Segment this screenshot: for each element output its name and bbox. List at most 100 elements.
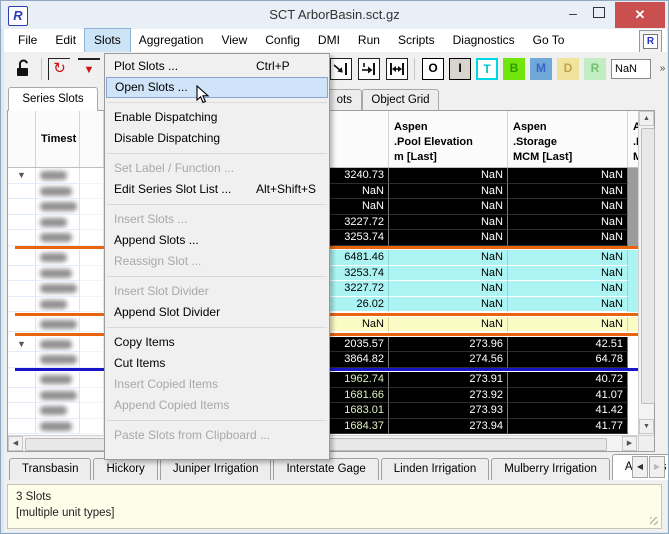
value-cell[interactable]: NaN — [508, 281, 628, 297]
riverware-workspace-button[interactable]: R — [639, 30, 662, 53]
sheet-tab-interstate-gage[interactable]: Interstate Gage — [273, 458, 379, 480]
menubar-item-diagnostics[interactable]: Diagnostics — [444, 29, 524, 52]
timestep-cell-redacted[interactable] — [36, 168, 80, 184]
value-cell[interactable]: NaN — [508, 316, 628, 332]
title-bar[interactable]: R SCT ArborBasin.sct.gz – ✕ — [1, 1, 668, 29]
timestep-cell-redacted[interactable] — [36, 316, 80, 332]
value-cell[interactable]: 273.94 — [389, 418, 508, 434]
value-cell[interactable]: NaN — [508, 183, 628, 199]
fit-range-button[interactable] — [386, 58, 408, 80]
row-header[interactable] — [8, 250, 36, 266]
row-header[interactable] — [8, 296, 36, 312]
row-header[interactable]: ▼ — [8, 336, 36, 352]
value-cell[interactable]: NaN — [389, 199, 508, 215]
sort-button[interactable]: ▼ — [78, 58, 100, 80]
value-cell[interactable]: 273.92 — [389, 387, 508, 403]
tab-series-slots[interactable]: Series Slots — [8, 87, 98, 111]
value-cell[interactable]: NaN — [389, 168, 508, 184]
value-cell[interactable]: 41.42 — [508, 403, 628, 419]
timestep-cell-redacted[interactable] — [36, 296, 80, 312]
timestep-cell-redacted[interactable] — [36, 265, 80, 281]
row-header[interactable]: ▼ — [8, 168, 36, 184]
timestep-cell-redacted[interactable] — [36, 418, 80, 434]
toolbar-flag-d-button[interactable]: D — [557, 58, 579, 80]
value-cell[interactable]: 41.77 — [508, 418, 628, 434]
menu-item-copy-items[interactable]: Copy Items — [106, 332, 328, 353]
column-header-1[interactable]: Aspen .Pool Elevation m [Last] — [389, 111, 508, 167]
row-header[interactable] — [8, 199, 36, 215]
row-header[interactable] — [8, 403, 36, 419]
lock-button[interactable] — [12, 58, 34, 80]
toolbar-overflow-button[interactable]: » — [656, 60, 668, 78]
timestep-cell-redacted[interactable] — [36, 199, 80, 215]
timestep-cell-redacted[interactable] — [36, 352, 80, 368]
vertical-scroll-thumb[interactable] — [641, 128, 655, 404]
menubar-item-view[interactable]: View — [212, 29, 256, 52]
value-cell[interactable]: NaN — [508, 230, 628, 246]
goto-end-button[interactable] — [330, 58, 352, 80]
sheet-tab-mulberry-irrigation[interactable]: Mulberry Irrigation — [491, 458, 610, 480]
timestep-cell-redacted[interactable] — [36, 403, 80, 419]
sheet-tab-linden-irrigation[interactable]: Linden Irrigation — [380, 458, 490, 480]
row-header[interactable] — [8, 183, 36, 199]
menubar-item-edit[interactable]: Edit — [46, 29, 85, 52]
menu-item-open-slots[interactable]: Open Slots ... — [106, 77, 328, 98]
menubar-item-slots[interactable]: Slots — [84, 28, 131, 53]
toolbar-flag-t-button[interactable]: T — [476, 58, 498, 80]
timestep-cell-redacted[interactable] — [36, 336, 80, 352]
minimize-button[interactable]: – — [560, 1, 586, 29]
sheet-tab-hickory[interactable]: Hickory — [93, 458, 158, 480]
maximize-button[interactable] — [586, 1, 612, 29]
refresh-slots-button[interactable]: ↻ — [48, 58, 70, 80]
value-cell[interactable]: NaN — [389, 296, 508, 312]
row-header[interactable] — [8, 418, 36, 434]
value-cell[interactable]: NaN — [389, 250, 508, 266]
menubar-item-run[interactable]: Run — [349, 29, 389, 52]
menubar-item-scripts[interactable]: Scripts — [389, 29, 444, 52]
value-cell[interactable]: 273.91 — [389, 372, 508, 388]
scroll-right-icon[interactable]: ▶ — [622, 436, 637, 451]
scroll-up-icon[interactable]: ▲ — [639, 111, 654, 126]
menu-item-enable-dispatching[interactable]: Enable Dispatching — [106, 107, 328, 128]
scroll-left-icon[interactable]: ◀ — [8, 436, 23, 451]
value-cell[interactable]: NaN — [508, 168, 628, 184]
value-cell[interactable]: 274.56 — [389, 352, 508, 368]
value-cell[interactable]: NaN — [508, 250, 628, 266]
value-cell[interactable]: NaN — [389, 214, 508, 230]
timestep-cell-redacted[interactable] — [36, 183, 80, 199]
goto-timestep-button[interactable] — [358, 58, 380, 80]
resize-grip[interactable] — [650, 517, 658, 525]
menubar-item-dmi[interactable]: DMI — [309, 29, 349, 52]
value-cell[interactable]: 64.78 — [508, 352, 628, 368]
row-header[interactable] — [8, 316, 36, 332]
close-button[interactable]: ✕ — [615, 2, 665, 28]
scroll-down-icon[interactable]: ▼ — [639, 419, 654, 434]
value-cell[interactable]: NaN — [508, 265, 628, 281]
timestep-cell-redacted[interactable] — [36, 372, 80, 388]
toolbar-flag-o-button[interactable]: O — [422, 58, 444, 80]
menu-item-disable-dispatching[interactable]: Disable Dispatching — [106, 128, 328, 149]
menubar-item-aggregation[interactable]: Aggregation — [130, 29, 213, 52]
timestep-cell-redacted[interactable] — [36, 230, 80, 246]
vertical-scrollbar[interactable]: ▲ ▼ — [638, 111, 655, 435]
timestep-cell-redacted[interactable] — [36, 281, 80, 297]
timestep-cell-redacted[interactable] — [36, 387, 80, 403]
tab-object-grid[interactable]: Object Grid — [362, 89, 439, 110]
row-header[interactable] — [8, 265, 36, 281]
timestep-cell-redacted[interactable] — [36, 250, 80, 266]
value-cell[interactable]: NaN — [389, 265, 508, 281]
row-header[interactable] — [8, 281, 36, 297]
menubar-item-config[interactable]: Config — [256, 29, 309, 52]
value-cell[interactable]: NaN — [389, 183, 508, 199]
value-cell[interactable]: NaN — [508, 296, 628, 312]
sheet-tab-juniper-irrigation[interactable]: Juniper Irrigation — [159, 458, 272, 480]
menubar-item-go-to[interactable]: Go To — [524, 29, 574, 52]
value-cell[interactable]: 42.51 — [508, 336, 628, 352]
value-cell[interactable]: 40.72 — [508, 372, 628, 388]
column-header-3[interactable]: A.IM — [628, 111, 638, 167]
toolbar-flag-r-button[interactable]: R — [584, 58, 606, 80]
value-cell[interactable]: NaN — [389, 230, 508, 246]
menu-item-append-slots[interactable]: Append Slots ... — [106, 230, 328, 251]
tab-scroll-right-button[interactable]: ▶ — [649, 456, 665, 478]
menu-item-edit-series-slot-list[interactable]: Edit Series Slot List ... Alt+Shift+S — [106, 179, 328, 200]
